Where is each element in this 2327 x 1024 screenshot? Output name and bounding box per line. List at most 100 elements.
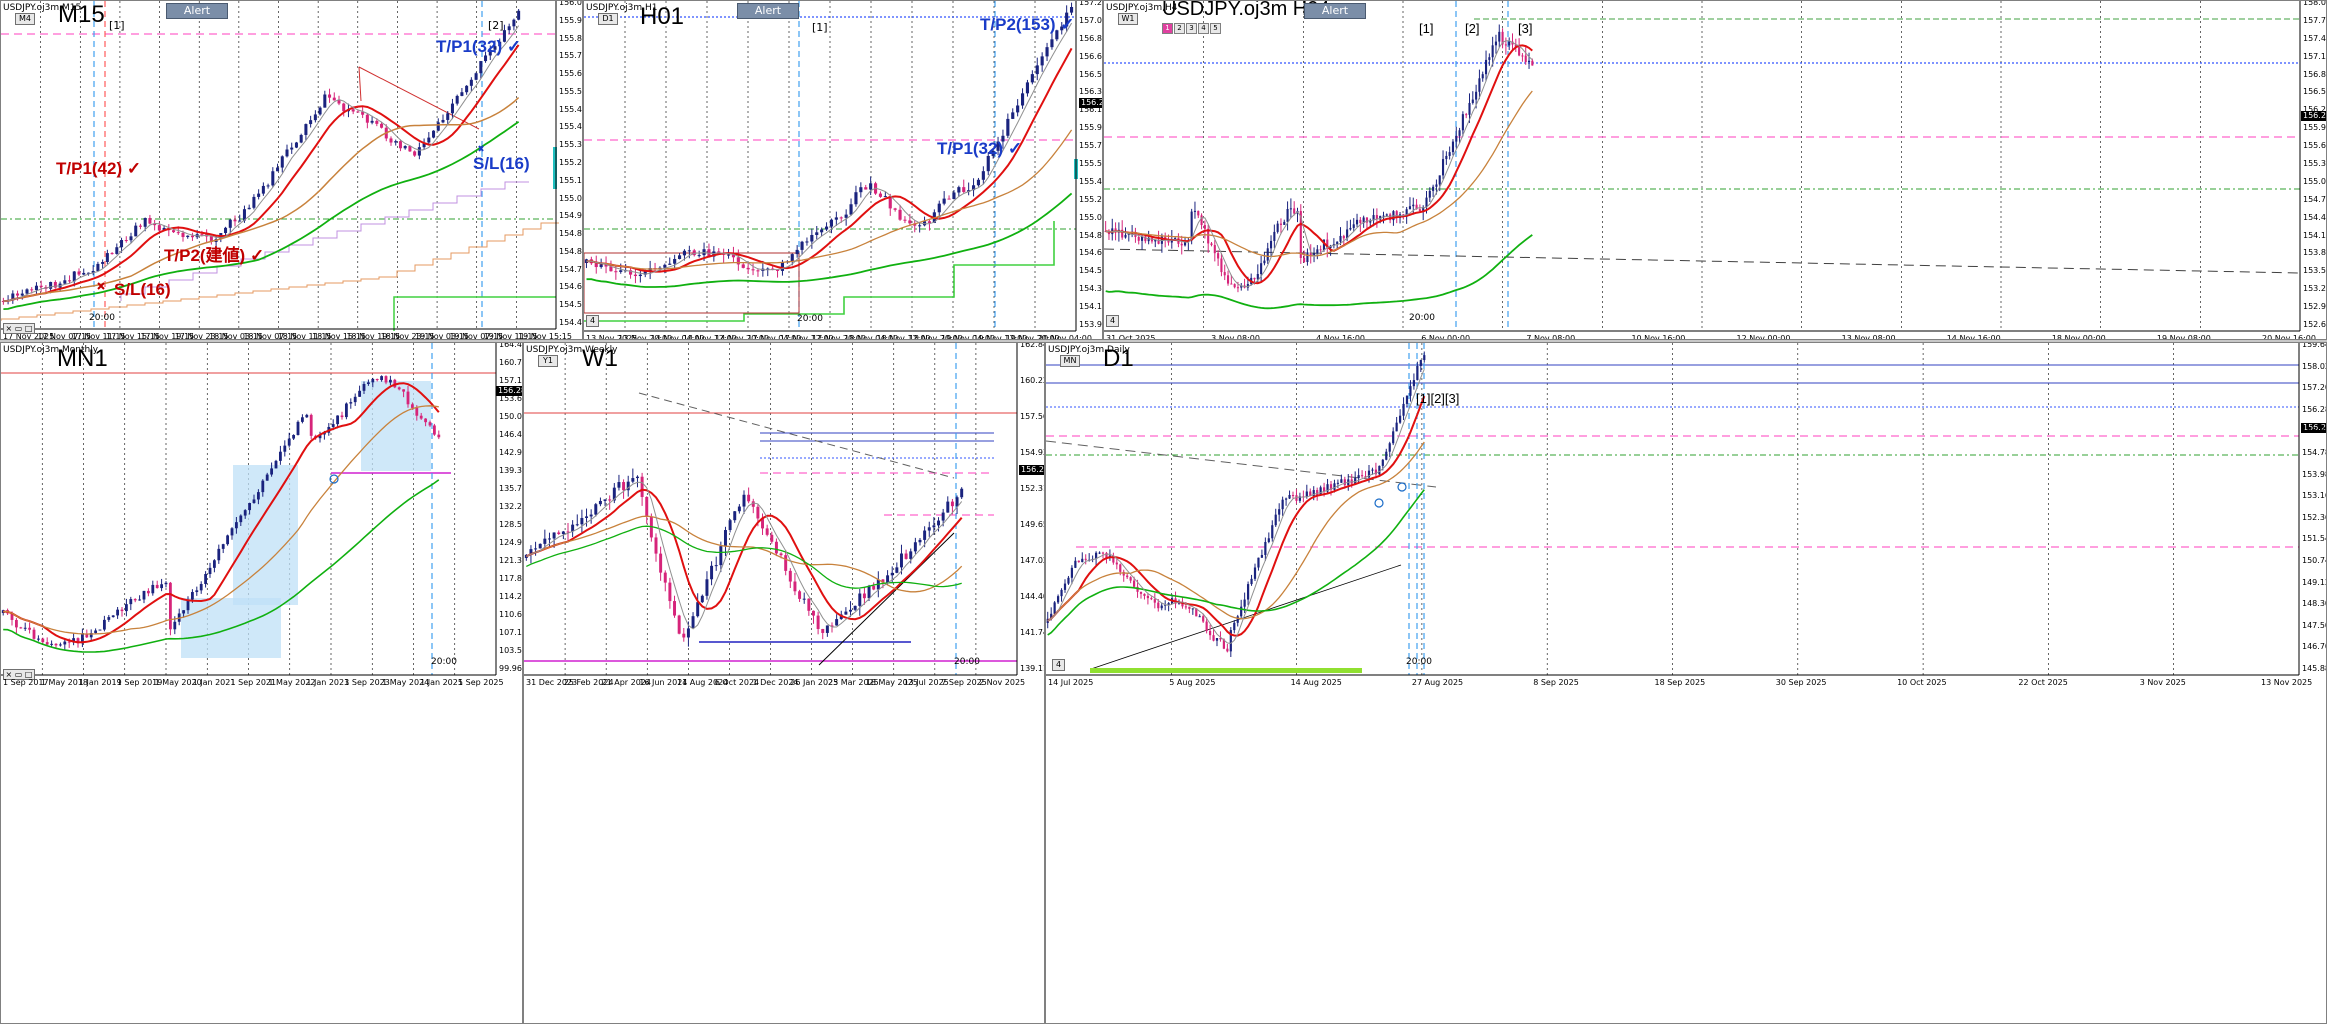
d1-candle-body	[1267, 538, 1270, 542]
h01-candle-body	[1030, 74, 1034, 83]
mn1-candle-body	[230, 528, 234, 536]
h01-price-tick: 155.225	[1079, 194, 1102, 204]
m15-candle-body	[96, 263, 100, 271]
h04-price-tick: 157.469	[2303, 33, 2326, 43]
h04-candle-body	[1289, 208, 1292, 210]
h04-chart-canvas[interactable]	[1104, 1, 2327, 340]
h04-tab-5[interactable]: 5	[1210, 23, 1221, 34]
mn1-candle-body	[437, 434, 441, 438]
d1-candle-body	[1119, 564, 1122, 572]
h01-alert-button[interactable]: Alert	[737, 3, 799, 19]
h04-time-tick: 19 Nov 08:00	[2156, 334, 2211, 340]
m15-candle-body	[129, 236, 133, 241]
h04-tab-1[interactable]: 1	[1162, 23, 1173, 34]
d1-candle-body	[1139, 591, 1143, 594]
m15-zoom-controls[interactable]: × ▭ □	[3, 323, 35, 334]
m15-session-time: 20:00	[89, 313, 115, 323]
h01-candle-body	[790, 254, 794, 262]
m15-candle-body	[30, 289, 34, 291]
d1-candle-body	[1340, 479, 1343, 483]
mn1-candle-body	[173, 621, 177, 630]
d1-box-4[interactable]: 4	[1052, 659, 1065, 671]
h04-timeframe-button[interactable]: W1	[1118, 13, 1138, 25]
chart-window-h04[interactable]: USDJPY.oj3m,H4 W1 USDJPY.oj3m H04 Alert …	[1103, 0, 2327, 340]
terminal-workspace: USDJPY.oj3m,M15 M4 M15 Alert [1] [2] T/P…	[0, 0, 2327, 1024]
h04-tab-3[interactable]: 3	[1186, 23, 1197, 34]
h04-moving-average	[1105, 234, 1533, 310]
h01-chart-canvas[interactable]	[584, 1, 1103, 340]
h04-candle-body	[1279, 223, 1283, 225]
mn1-candle-body	[270, 468, 274, 475]
d1-candle-body	[1395, 422, 1398, 432]
m15-candle-body	[294, 142, 298, 148]
h04-box-4[interactable]: 4	[1106, 315, 1119, 327]
m15-candle-body	[63, 280, 67, 284]
h01-candle-body	[1025, 82, 1030, 94]
d1-timeframe-button[interactable]: MN	[1060, 355, 1080, 367]
h01-price-tick: 155.045	[1079, 212, 1102, 222]
h04-tab-strip[interactable]: 12345	[1162, 15, 1222, 34]
w1-timeframe-button[interactable]: Y1	[538, 355, 558, 367]
mn1-candle-body	[331, 424, 335, 427]
m15-price-tick: 154.899	[559, 229, 582, 239]
chart-window-mn1[interactable]: USDJPY.oj3m,Monthly MN1 20:00 156.289 × …	[0, 342, 523, 1024]
d1-candle-body	[1070, 567, 1074, 578]
w1-candle-body	[635, 476, 639, 479]
w1-candle-body	[872, 585, 876, 590]
h04-candle-body	[1508, 41, 1511, 46]
d1-candle-body	[1153, 599, 1156, 603]
h01-candle-body	[1069, 7, 1074, 13]
h04-candle-body	[1276, 223, 1279, 232]
m15-timeframe-button[interactable]: M4	[15, 13, 35, 25]
w1-candle-body	[719, 546, 723, 566]
h04-marker-1: [1]	[1419, 21, 1434, 36]
w1-candle-body	[918, 539, 922, 543]
w1-candle-body	[909, 551, 913, 559]
d1-time-tick: 14 Jul 2025	[1048, 678, 1094, 687]
h04-candle-body	[1435, 184, 1438, 187]
chart-window-d1[interactable]: USDJPY.oj3m,Daily MN D1 [1][2][3] 20:00 …	[1045, 342, 2327, 1024]
h04-candle-body	[1193, 210, 1197, 212]
h01-candle-body	[780, 261, 785, 271]
h04-price-tick: 153.569	[2303, 266, 2326, 276]
m15-alert-button[interactable]: Alert	[166, 3, 228, 19]
chart-window-m15[interactable]: USDJPY.oj3m,M15 M4 M15 Alert [1] [2] T/P…	[0, 0, 583, 340]
h04-candle-body	[1263, 260, 1266, 264]
h04-alert-button[interactable]: Alert	[1304, 3, 1366, 19]
m15-candle-body	[190, 235, 194, 238]
d1-price-tick: 150.741	[2302, 556, 2326, 565]
chart-window-w1[interactable]: USDJPY.oj3m,Weekly Y1 W1 20:00 156.289 1…	[523, 342, 1045, 1024]
mn1-candle-body	[190, 592, 194, 600]
mn1-price-tick: 160.760	[499, 358, 522, 367]
d1-circle-marker	[1374, 498, 1384, 508]
w1-candle-body	[585, 516, 589, 518]
h01-candle-body	[638, 274, 642, 277]
d1-candle-body	[1236, 616, 1239, 623]
mn1-time-tick: 1 Jan 2021	[192, 678, 236, 687]
h04-tab-2[interactable]: 2	[1174, 23, 1185, 34]
chart-window-h01[interactable]: USDJPY.oj3m,H1 D1 H01 Alert [1] T/P2(153…	[583, 0, 1103, 340]
h04-candle-body	[1445, 155, 1448, 160]
d1-candle-body	[1188, 606, 1191, 609]
m15-candle-body	[323, 94, 327, 108]
m15-candle-body	[77, 271, 81, 275]
d1-title: D1	[1103, 345, 1134, 372]
h04-candle-body	[1481, 74, 1484, 79]
h04-tab-4[interactable]: 4	[1198, 23, 1209, 34]
h01-timeframe-button[interactable]: D1	[598, 13, 618, 25]
w1-candle-body	[663, 572, 667, 583]
d1-price-tick: 153.161	[2302, 491, 2326, 501]
h01-price-tick: 155.590	[1079, 159, 1102, 168]
h04-candle-body	[1428, 190, 1431, 198]
mn1-candle-body	[353, 396, 357, 403]
h04-price-tick: 155.969	[2303, 123, 2326, 133]
mn1-candle-body	[14, 619, 18, 628]
h04-candle-body	[1233, 284, 1236, 288]
mn1-candle-body	[67, 641, 71, 643]
d1-price-tick: 154.781	[2302, 448, 2326, 457]
h01-box-4[interactable]: 4	[586, 315, 599, 327]
w1-session-time: 20:00	[954, 657, 980, 667]
m15-candle-body	[110, 253, 114, 255]
h04-candle-body	[1408, 206, 1412, 210]
w1-candle-body	[705, 579, 709, 596]
